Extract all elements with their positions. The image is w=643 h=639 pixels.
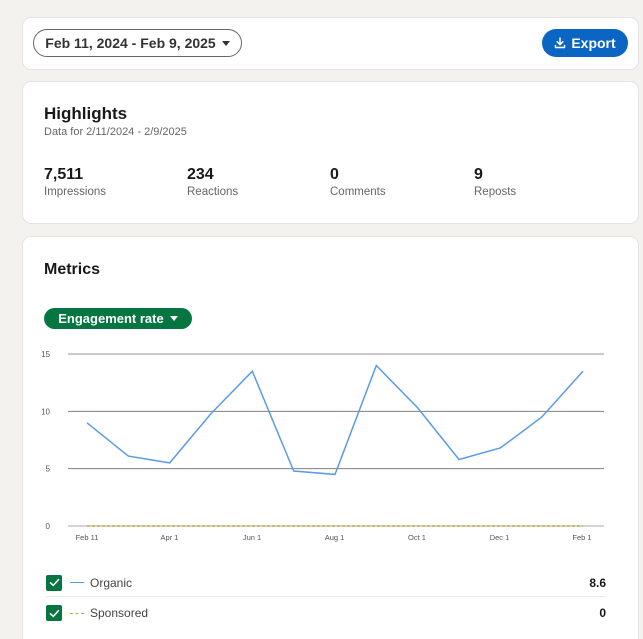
metric-selector-label: Engagement rate — [58, 311, 164, 326]
highlights-card: Highlights Data for 2/11/2024 - 2/9/2025… — [23, 82, 638, 223]
x-tick-label: Feb 11 — [76, 533, 99, 542]
stat-label: Comments — [330, 186, 386, 198]
stat-label: Reactions — [187, 186, 239, 198]
caret-down-icon — [221, 40, 230, 46]
metrics-card: Metrics Engagement rate 0 5 10 15 Feb 11 Apr … — [23, 237, 638, 639]
stat-value: 9 — [474, 166, 483, 183]
stat-value: 0 — [330, 166, 339, 183]
y-tick-label: 5 — [46, 465, 51, 474]
caret-down-icon — [169, 316, 178, 321]
stat-reposts: 9 Reposts — [474, 166, 516, 198]
stat-value: 234 — [187, 166, 214, 183]
date-range-dropdown[interactable]: Feb 11, 2024 - Feb 9, 2025 — [33, 29, 242, 57]
check-icon — [49, 578, 59, 587]
stat-reactions: 234 Reactions — [187, 166, 238, 198]
x-tick-label: Feb 1 — [572, 533, 591, 542]
organic-series-line — [86, 364, 584, 476]
legend-label: Organic — [90, 575, 133, 590]
legend-label: Sponsored — [90, 606, 149, 620]
legend-value: 8.6 — [589, 575, 606, 590]
x-tick-label: Oct 1 — [408, 533, 426, 542]
y-tick-label: 0 — [46, 522, 51, 531]
x-tick-label: Aug 1 — [325, 533, 345, 542]
highlights-title: Highlights — [44, 104, 128, 123]
sponsored-checkbox[interactable] — [46, 605, 62, 621]
engagement-line-chart: 0 5 10 15 Feb 11 Apr 1 Jun 1 Aug 1 Oct 1 Dec 1 Feb… — [41, 350, 604, 542]
organic-checkbox[interactable] — [46, 574, 62, 591]
sponsored-line-swatch — [70, 612, 84, 614]
stat-comments: 0 Comments — [330, 166, 386, 198]
legend-row-organic: Organic 8.6 — [46, 569, 606, 597]
y-tick-label: 15 — [41, 350, 50, 359]
x-tick-label: Apr 1 — [161, 533, 179, 542]
stat-value: 7,511 — [44, 166, 84, 183]
check-icon — [49, 609, 59, 617]
stat-label: Impressions — [44, 186, 106, 198]
y-tick-label: 10 — [41, 407, 50, 416]
legend-value: 0 — [599, 606, 606, 620]
download-icon — [555, 37, 566, 49]
date-range-label: Feb 11, 2024 - Feb 9, 2025 — [45, 35, 216, 51]
organic-line-swatch — [70, 582, 84, 583]
stat-impressions: 7,511 Impressions — [44, 166, 106, 198]
export-button[interactable]: Export — [542, 29, 628, 57]
metric-selector-dropdown[interactable]: Engagement rate — [44, 308, 192, 329]
stat-label: Reposts — [474, 186, 517, 198]
highlights-subtitle: Data for 2/11/2024 - 2/9/2025 — [44, 126, 187, 138]
metrics-title: Metrics — [44, 261, 101, 278]
export-label: Export — [571, 35, 616, 51]
legend-row-sponsored: Sponsored 0 — [46, 599, 606, 627]
x-tick-label: Jun 1 — [243, 533, 261, 542]
date-toolbar: Feb 11, 2024 - Feb 9, 2025 Export — [23, 18, 638, 69]
x-tick-label: Dec 1 — [490, 533, 510, 542]
